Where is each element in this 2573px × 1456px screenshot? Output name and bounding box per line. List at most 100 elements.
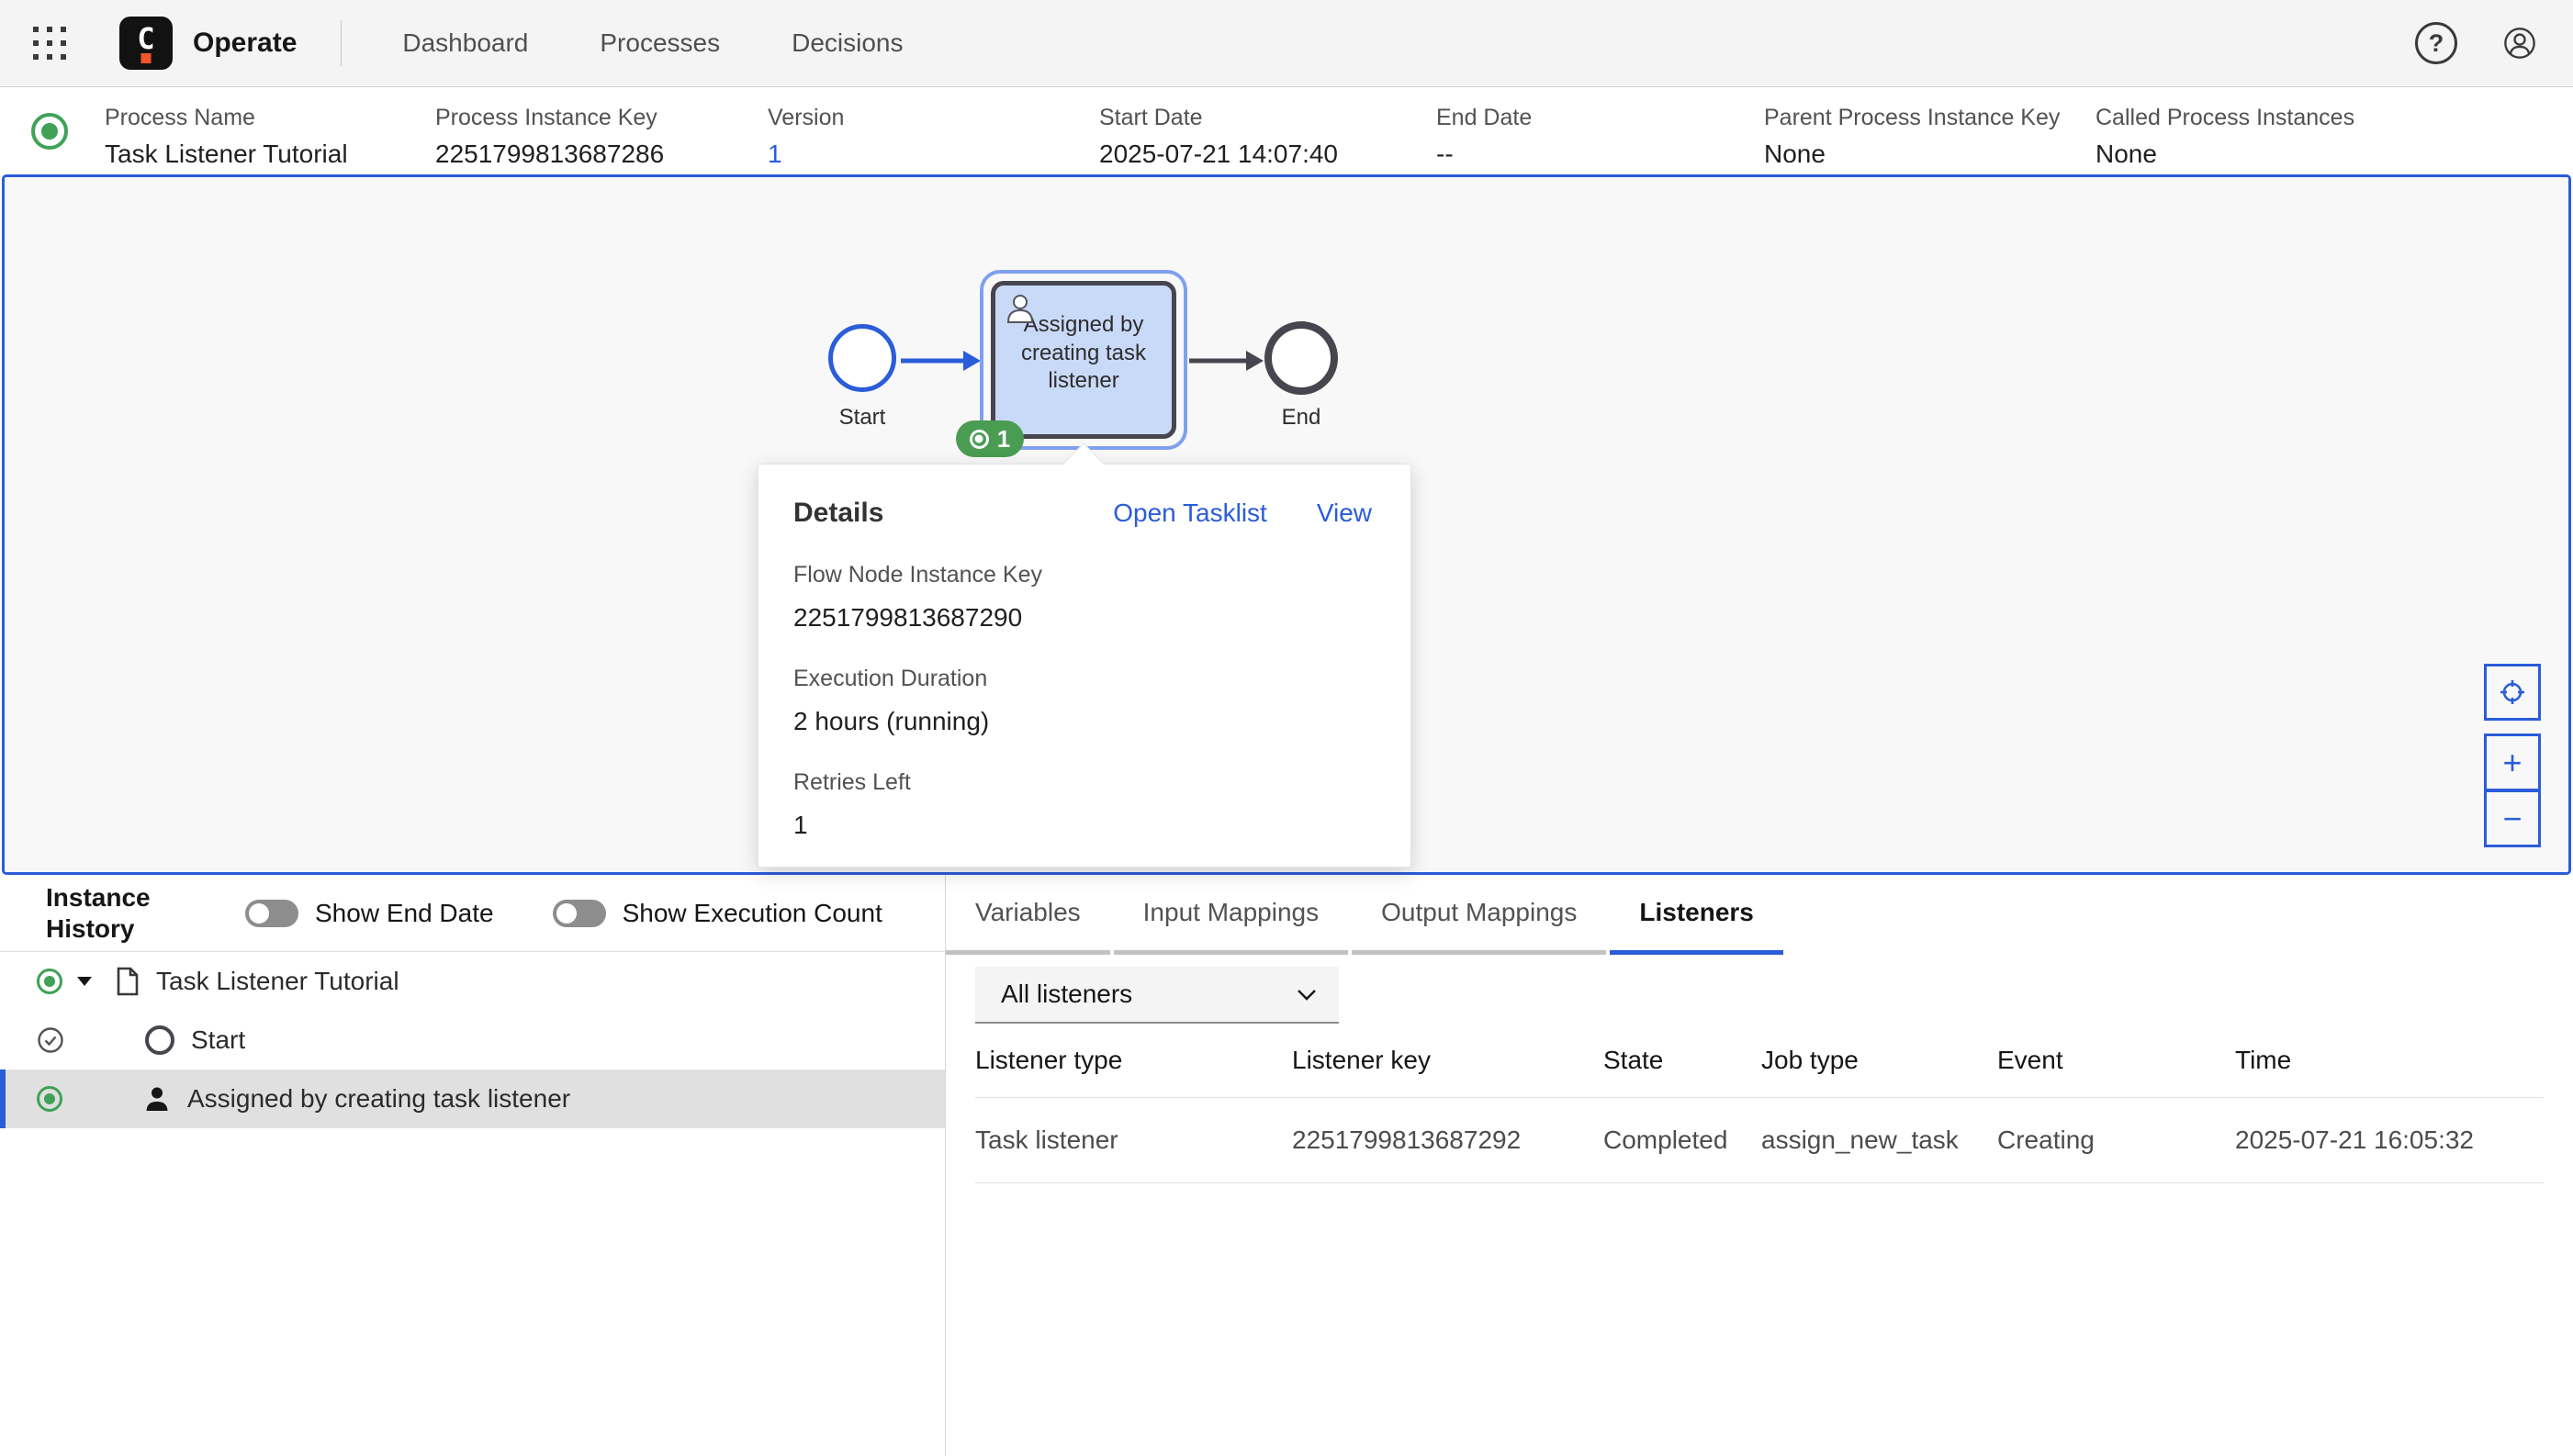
open-tasklist-link[interactable]: Open Tasklist <box>1113 498 1267 528</box>
diagram-controls: + − <box>2484 664 2541 847</box>
tab-variables[interactable]: Variables <box>946 875 1110 955</box>
detail-tabs: Variables Input Mappings Output Mappings… <box>946 875 2573 955</box>
active-state-icon <box>37 1086 62 1112</box>
details-popup: Details Open Tasklist View Flow Node Ins… <box>758 464 1411 868</box>
instance-history-panel: Instance History Show End Date Show Exec… <box>0 875 946 1456</box>
operate-app: C Operate Dashboard Processes Decisions … <box>0 0 2573 1456</box>
popup-actions: Open Tasklist View <box>1113 498 1372 528</box>
col-listener-type: Listener type <box>975 1046 1292 1075</box>
field-label: Process Name <box>105 105 255 131</box>
tree-row-start[interactable]: Start <box>0 1011 945 1070</box>
camunda-logo[interactable]: C <box>119 17 173 70</box>
zoom-out-button[interactable]: − <box>2484 790 2541 847</box>
toggle-switch[interactable] <box>245 900 298 927</box>
popup-field-execution-duration: Execution Duration 2 hours (running) <box>793 666 1376 736</box>
popup-field-value: 2 hours (running) <box>793 707 1376 736</box>
field-label: Called Process Instances <box>2095 105 2354 131</box>
active-state-icon <box>970 430 989 449</box>
col-listener-key: Listener key <box>1292 1046 1603 1075</box>
show-end-date-toggle[interactable]: Show End Date <box>245 899 494 928</box>
toggle-switch[interactable] <box>553 900 606 927</box>
process-document-icon <box>116 967 140 996</box>
active-instances-badge: 1 <box>956 420 1024 457</box>
col-event: Event <box>1997 1046 2235 1075</box>
popup-field-flow-node-instance-key: Flow Node Instance Key 2251799813687290 <box>793 562 1376 633</box>
bpmn-canvas: Start Assigned by creating task listener… <box>5 177 2568 872</box>
end-event-label: End <box>1246 405 1356 431</box>
toggle-label: Show Execution Count <box>623 899 882 928</box>
col-state: State <box>1603 1046 1761 1075</box>
chevron-down-icon[interactable] <box>77 977 92 986</box>
active-state-icon <box>37 969 62 994</box>
nav-right: ? <box>2415 22 2536 64</box>
nav-link-processes[interactable]: Processes <box>600 28 720 58</box>
listeners-table: Listener type Listener key State Job typ… <box>975 1024 2544 1183</box>
nav-links: Dashboard Processes Decisions <box>402 28 903 58</box>
version-link[interactable]: 1 <box>768 140 782 169</box>
tree-row-label: Assigned by creating task listener <box>187 1084 570 1114</box>
nav-divider <box>341 20 342 66</box>
field-label: End Date <box>1436 105 1532 131</box>
instance-history-header: Instance History Show End Date Show Exec… <box>0 875 945 952</box>
popup-title: Details <box>793 498 883 529</box>
logo-orange-square <box>141 53 152 63</box>
listener-table-row: Task listener 2251799813687292 Completed… <box>975 1097 2544 1183</box>
cell-listener-key: 2251799813687292 <box>1292 1126 1603 1155</box>
nav-link-dashboard[interactable]: Dashboard <box>402 28 528 58</box>
instance-history-title: Instance History <box>46 882 207 943</box>
bpmn-diagram-panel[interactable]: Start Assigned by creating task listener… <box>2 174 2571 875</box>
popup-field-value: 1 <box>793 811 1376 840</box>
field-label: Parent Process Instance Key <box>1764 105 2060 131</box>
show-execution-count-toggle[interactable]: Show Execution Count <box>553 899 882 928</box>
popup-field-retries-left: Retries Left 1 <box>793 769 1376 840</box>
field-value: None <box>1764 140 1826 169</box>
field-label: Process Instance Key <box>435 105 657 131</box>
completed-check-icon <box>37 1026 64 1054</box>
cell-event: Creating <box>1997 1126 2235 1155</box>
toggle-label: Show End Date <box>315 899 494 928</box>
field-value: 2025-07-21 14:07:40 <box>1099 140 1338 169</box>
tree-row-label: Task Listener Tutorial <box>156 967 399 996</box>
tab-input-mappings[interactable]: Input Mappings <box>1114 875 1348 955</box>
cell-job-type: assign_new_task <box>1761 1126 1997 1155</box>
listener-filter-dropdown[interactable]: All listeners <box>975 967 1339 1024</box>
popup-field-label: Flow Node Instance Key <box>793 562 1376 588</box>
listeners-tab-content: All listeners Listener type Listener key… <box>946 955 2573 1183</box>
field-value: 2251799813687286 <box>435 140 664 169</box>
bpmn-end-event[interactable] <box>1264 321 1338 395</box>
popup-field-value: 2251799813687290 <box>793 603 1376 633</box>
field-label: Start Date <box>1099 105 1203 131</box>
popup-field-label: Execution Duration <box>793 666 1376 692</box>
cell-state: Completed <box>1603 1126 1761 1155</box>
instance-header: Process Name Task Listener Tutorial Proc… <box>0 88 2573 174</box>
product-name: Operate <box>193 28 297 59</box>
field-value: None <box>2095 140 2157 169</box>
cell-listener-type: Task listener <box>975 1126 1292 1155</box>
active-instances-count: 1 <box>997 425 1010 454</box>
top-navigation: C Operate Dashboard Processes Decisions … <box>0 0 2573 87</box>
tree-row-process[interactable]: Task Listener Tutorial <box>0 952 945 1011</box>
app-switcher-icon[interactable] <box>28 21 72 65</box>
view-link[interactable]: View <box>1317 498 1372 528</box>
start-event-label: Start <box>807 405 917 431</box>
help-icon[interactable]: ? <box>2415 22 2457 64</box>
start-event-icon <box>145 1025 174 1055</box>
reset-view-button[interactable] <box>2484 664 2541 721</box>
user-avatar-icon[interactable] <box>2503 27 2536 60</box>
tab-output-mappings[interactable]: Output Mappings <box>1352 875 1606 955</box>
col-time: Time <box>2235 1046 2544 1075</box>
zoom-in-button[interactable]: + <box>2484 734 2541 790</box>
chevron-down-icon <box>1297 988 1317 1001</box>
popup-body: Flow Node Instance Key 2251799813687290 … <box>758 562 1410 840</box>
tree-row-user-task[interactable]: Assigned by creating task listener <box>0 1070 945 1128</box>
instance-active-state-icon <box>31 113 68 150</box>
bpmn-start-event[interactable] <box>828 324 896 392</box>
nav-link-decisions[interactable]: Decisions <box>792 28 903 58</box>
tab-listeners[interactable]: Listeners <box>1610 875 1783 955</box>
field-value: -- <box>1436 140 1454 169</box>
listener-filter-value: All listeners <box>1001 980 1132 1009</box>
tree-row-label: Start <box>191 1025 245 1055</box>
bottom-section: Instance History Show End Date Show Exec… <box>0 875 2573 1456</box>
bpmn-user-task[interactable]: Assigned by creating task listener <box>991 281 1176 439</box>
user-task-icon <box>1005 292 1038 325</box>
